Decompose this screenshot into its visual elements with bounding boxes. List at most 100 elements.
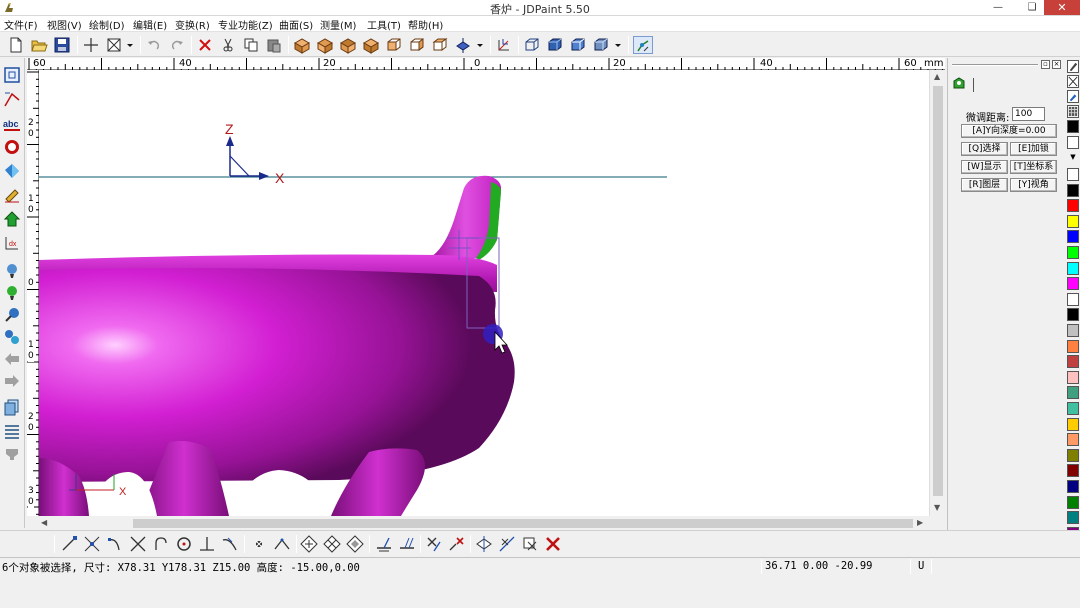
fine-tune-input[interactable] bbox=[1012, 107, 1045, 121]
text-icon[interactable]: abc bbox=[3, 116, 21, 134]
menu-help[interactable]: 帮助(H) bbox=[408, 17, 443, 32]
select-button[interactable]: [Q]选择 bbox=[961, 142, 1008, 156]
render-mode-icon[interactable] bbox=[592, 36, 610, 54]
snap-midpoint-icon[interactable] bbox=[82, 534, 102, 554]
arrow-right-icon[interactable] bbox=[3, 372, 21, 390]
color-swatch[interactable] bbox=[1067, 261, 1079, 275]
coordinate-frame-icon[interactable] bbox=[495, 36, 513, 54]
palette-pen-icon[interactable] bbox=[1067, 60, 1079, 73]
snap-plane-1-icon[interactable] bbox=[374, 534, 394, 554]
view-angle-button[interactable]: [Y]视角 bbox=[1010, 178, 1057, 192]
cut-icon[interactable] bbox=[219, 36, 237, 54]
undo-icon[interactable] bbox=[145, 36, 163, 54]
color-swatch[interactable] bbox=[1067, 355, 1079, 369]
window-select-icon[interactable] bbox=[105, 36, 123, 54]
lock-button[interactable]: [E]加锁 bbox=[1010, 142, 1057, 156]
color-swatch[interactable] bbox=[1067, 214, 1079, 228]
vertical-scrollbar[interactable]: ▲ ▼ bbox=[929, 70, 945, 516]
node-edit-icon[interactable] bbox=[3, 262, 21, 280]
snap-quadrant-icon[interactable] bbox=[520, 534, 540, 554]
panel-close-icon[interactable]: × bbox=[1052, 60, 1061, 69]
draw-curve-icon[interactable] bbox=[3, 90, 21, 108]
node-add-icon[interactable] bbox=[3, 284, 21, 302]
color-swatch[interactable] bbox=[1067, 168, 1079, 181]
vertical-scroll-thumb[interactable] bbox=[933, 86, 943, 496]
view-iso-1-icon[interactable] bbox=[293, 36, 311, 54]
color-swatch[interactable] bbox=[1067, 433, 1079, 447]
select-rect-icon[interactable] bbox=[3, 66, 21, 84]
layer-tab-icon[interactable] bbox=[950, 74, 972, 94]
layer-button[interactable]: [R]图层 bbox=[961, 178, 1008, 192]
color-swatch[interactable] bbox=[1067, 480, 1079, 493]
open-folder-icon[interactable] bbox=[30, 36, 48, 54]
color-swatch[interactable] bbox=[1067, 292, 1079, 306]
view-side-icon[interactable] bbox=[431, 36, 449, 54]
surface-icon[interactable] bbox=[3, 162, 21, 180]
dimension-icon[interactable]: dx bbox=[3, 234, 21, 252]
menu-edit[interactable]: 编辑(E) bbox=[133, 17, 167, 32]
copy-icon[interactable] bbox=[242, 36, 260, 54]
color-swatch[interactable] bbox=[1067, 464, 1079, 478]
horizontal-scroll-thumb[interactable] bbox=[133, 519, 913, 528]
snap-clear-icon[interactable] bbox=[543, 534, 563, 554]
relief-icon[interactable] bbox=[3, 210, 21, 228]
maximize-button[interactable]: ❏ bbox=[1019, 0, 1045, 15]
shaded-edges-icon[interactable] bbox=[569, 36, 587, 54]
color-swatch[interactable] bbox=[1067, 370, 1079, 384]
snap-grid-icon[interactable] bbox=[272, 534, 292, 554]
snap-perpendicular-icon[interactable] bbox=[197, 534, 217, 554]
drawing-viewport[interactable]: Z X X bbox=[39, 70, 929, 516]
snap-toggle-icon[interactable] bbox=[633, 36, 653, 54]
node-transform-icon[interactable] bbox=[3, 328, 21, 346]
new-file-icon[interactable] bbox=[7, 36, 25, 54]
menu-special[interactable]: 专业功能(Z) bbox=[218, 17, 273, 32]
snap-face-1-icon[interactable] bbox=[299, 534, 319, 554]
view-iso-2-icon[interactable] bbox=[316, 36, 334, 54]
arrow-left-icon[interactable] bbox=[3, 350, 21, 368]
edit-pencil-icon[interactable] bbox=[3, 186, 21, 204]
palette-none-icon[interactable] bbox=[1067, 75, 1079, 88]
scroll-right-icon[interactable]: ▶ bbox=[917, 517, 923, 529]
y-depth-button[interactable]: [A]Y向深度=0.00 bbox=[961, 124, 1057, 138]
hatch-icon[interactable] bbox=[3, 422, 21, 440]
view-top-icon[interactable] bbox=[385, 36, 403, 54]
color-swatch[interactable] bbox=[1067, 308, 1079, 322]
view-iso-3-icon[interactable] bbox=[339, 36, 357, 54]
wireframe-icon[interactable] bbox=[523, 36, 541, 54]
snap-nearest-icon[interactable] bbox=[220, 534, 240, 554]
snap-plane-2-icon[interactable] bbox=[397, 534, 417, 554]
save-icon[interactable] bbox=[53, 36, 71, 54]
palette-pattern-icon[interactable] bbox=[1067, 105, 1079, 118]
scroll-left-icon[interactable]: ◀ bbox=[41, 517, 47, 529]
menu-surface[interactable]: 曲面(S) bbox=[279, 17, 313, 32]
snap-tangent-icon[interactable] bbox=[151, 534, 171, 554]
horizontal-scrollbar[interactable]: ◀ ▶ bbox=[39, 516, 929, 530]
minimize-button[interactable]: — bbox=[985, 0, 1011, 15]
bowl-body[interactable] bbox=[39, 268, 515, 482]
color-swatch[interactable] bbox=[1067, 386, 1079, 400]
palette-eyedropper-icon[interactable] bbox=[1067, 90, 1079, 103]
close-button[interactable]: ✕ bbox=[1044, 0, 1080, 15]
layers-icon[interactable] bbox=[3, 398, 21, 416]
snap-center-icon[interactable] bbox=[174, 534, 194, 554]
snap-face-2-icon[interactable] bbox=[322, 534, 342, 554]
menu-draw[interactable]: 绘制(D) bbox=[89, 17, 125, 32]
snap-face-3-icon[interactable] bbox=[345, 534, 365, 554]
palette-dropdown-icon[interactable]: ▼ bbox=[1067, 152, 1079, 162]
view-front-icon[interactable] bbox=[408, 36, 426, 54]
color-swatch[interactable] bbox=[1067, 339, 1079, 353]
color-swatch[interactable] bbox=[1067, 511, 1079, 525]
color-swatch[interactable] bbox=[1067, 277, 1079, 291]
paste-icon[interactable] bbox=[265, 36, 283, 54]
color-swatch[interactable] bbox=[1067, 402, 1079, 415]
menu-tools[interactable]: 工具(T) bbox=[367, 17, 401, 32]
palette-black-icon[interactable] bbox=[1067, 120, 1079, 133]
snap-intersection-icon[interactable] bbox=[128, 534, 148, 554]
offset-icon[interactable] bbox=[3, 138, 21, 156]
view-iso-4-icon[interactable] bbox=[362, 36, 380, 54]
snap-extend-icon[interactable] bbox=[497, 534, 517, 554]
delete-icon[interactable] bbox=[196, 36, 214, 54]
view-dropdown-icon[interactable] bbox=[474, 36, 486, 54]
menu-file[interactable]: 文件(F) bbox=[4, 17, 38, 32]
scroll-up-icon[interactable]: ▲ bbox=[934, 71, 940, 83]
